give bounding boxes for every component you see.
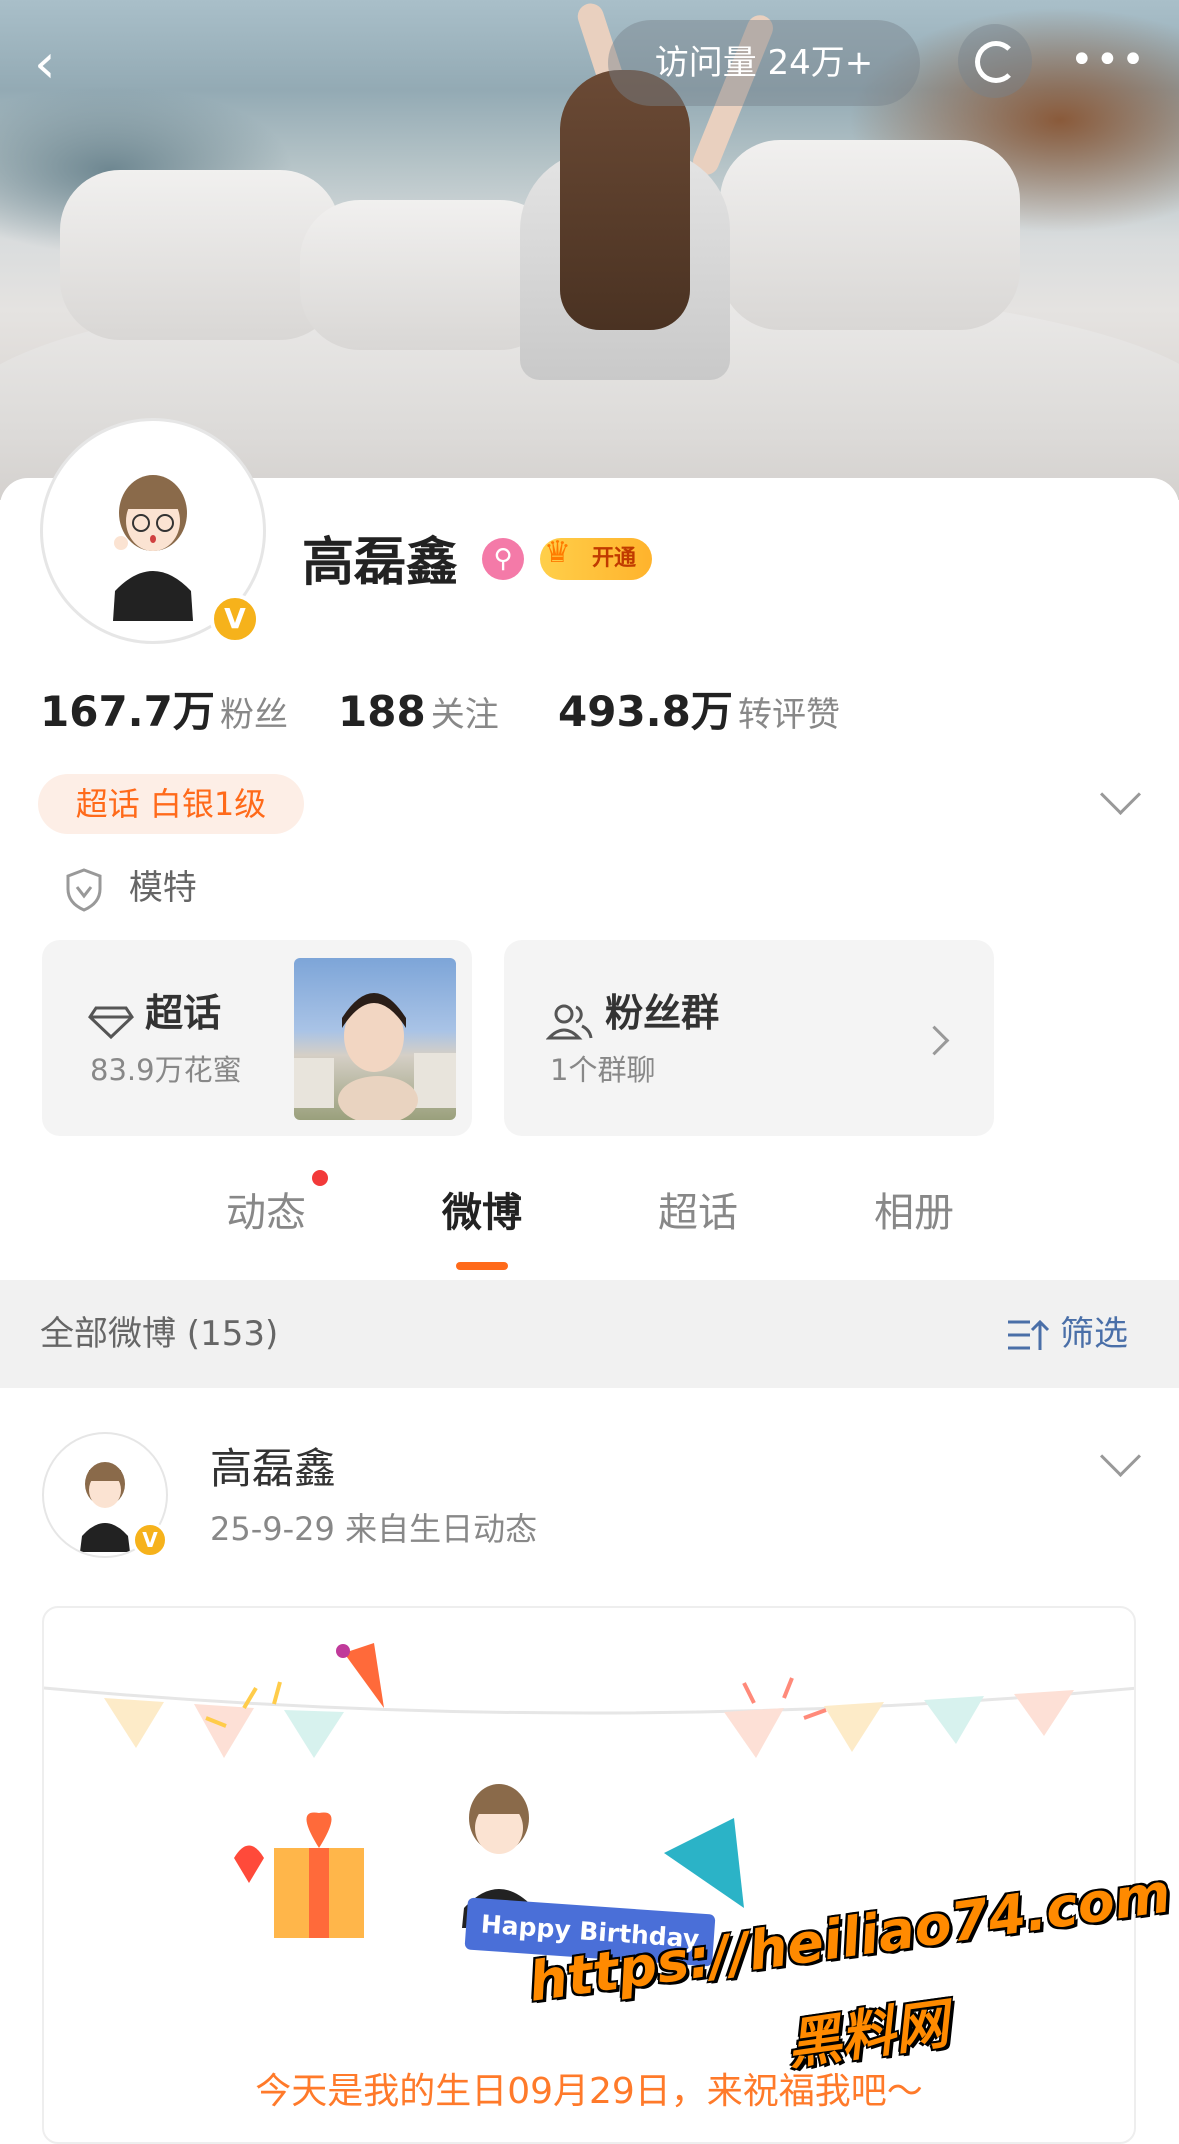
occupation-row: 模特 — [64, 860, 197, 916]
shield-icon — [66, 867, 102, 912]
supertopic-sub: 83.9万花蜜 — [90, 1053, 242, 1087]
following-count: 188 — [338, 687, 426, 736]
fan-group-title-row: 粉丝群 — [545, 988, 720, 1042]
diamond-icon — [88, 1006, 134, 1039]
visits-counter[interactable]: 访问量 24万+ — [608, 20, 920, 106]
stat-reposts[interactable]: 493.8万 转评赞 — [558, 684, 840, 743]
post-meta: 25-9-29 来自生日动态 — [210, 1510, 538, 1548]
vip-label: 开通 — [591, 546, 636, 571]
verified-badge: V — [210, 594, 260, 644]
post-author[interactable]: 高磊鑫 — [210, 1440, 336, 1498]
fan-group-title: 粉丝群 — [605, 991, 720, 1035]
supertopic-title-row: 超话 — [88, 988, 221, 1040]
reposts-label: 转评赞 — [737, 695, 840, 735]
crown-icon: ♛ — [544, 535, 571, 570]
gender-icon: ⚲ — [482, 538, 524, 580]
cover-hair — [560, 70, 690, 330]
followers-label: 粉丝 — [219, 695, 288, 735]
supertopic-title: 超话 — [145, 991, 222, 1035]
birthday-caption: 今天是我的生日09月29日，来祝福我吧～ — [255, 2071, 923, 2112]
vip-badge[interactable]: ♛ 开通 — [540, 535, 652, 580]
stat-following[interactable]: 188 关注 — [338, 684, 499, 743]
cover-pillow — [60, 170, 340, 340]
cover-pillow — [720, 140, 1020, 330]
back-icon[interactable]: ‹ — [34, 34, 94, 94]
followers-count: 167.7万 — [40, 687, 215, 736]
refresh-icon[interactable] — [958, 24, 1032, 98]
tab-album[interactable]: 相册 — [854, 1180, 974, 1246]
occupation-label: 模特 — [128, 868, 197, 908]
notification-dot — [312, 1170, 328, 1186]
tab-dynamics[interactable]: 动态 — [206, 1180, 326, 1246]
post-verified-badge: V — [132, 1522, 168, 1558]
active-tab-indicator — [456, 1262, 508, 1270]
filter-button[interactable]: 筛选 — [1060, 1306, 1128, 1362]
stat-followers[interactable]: 167.7万 粉丝 — [40, 684, 288, 743]
tab-weibo[interactable]: 微博 — [422, 1180, 542, 1246]
reposts-count: 493.8万 — [558, 687, 733, 736]
supertopic-level-pill[interactable]: 超话 白银1级 — [38, 774, 304, 834]
profile-name: 高磊鑫 — [302, 533, 459, 593]
group-icon — [545, 1004, 593, 1039]
fan-group-sub: 1个群聊 — [550, 1053, 656, 1087]
following-label: 关注 — [430, 695, 499, 735]
all-posts-count: 全部微博 (153) — [40, 1314, 279, 1354]
tab-supertopic[interactable]: 超话 — [638, 1180, 758, 1246]
filter-icon[interactable] — [1006, 1318, 1050, 1352]
supertopic-thumbnail — [294, 958, 456, 1120]
more-icon[interactable]: ••• — [1070, 30, 1145, 90]
